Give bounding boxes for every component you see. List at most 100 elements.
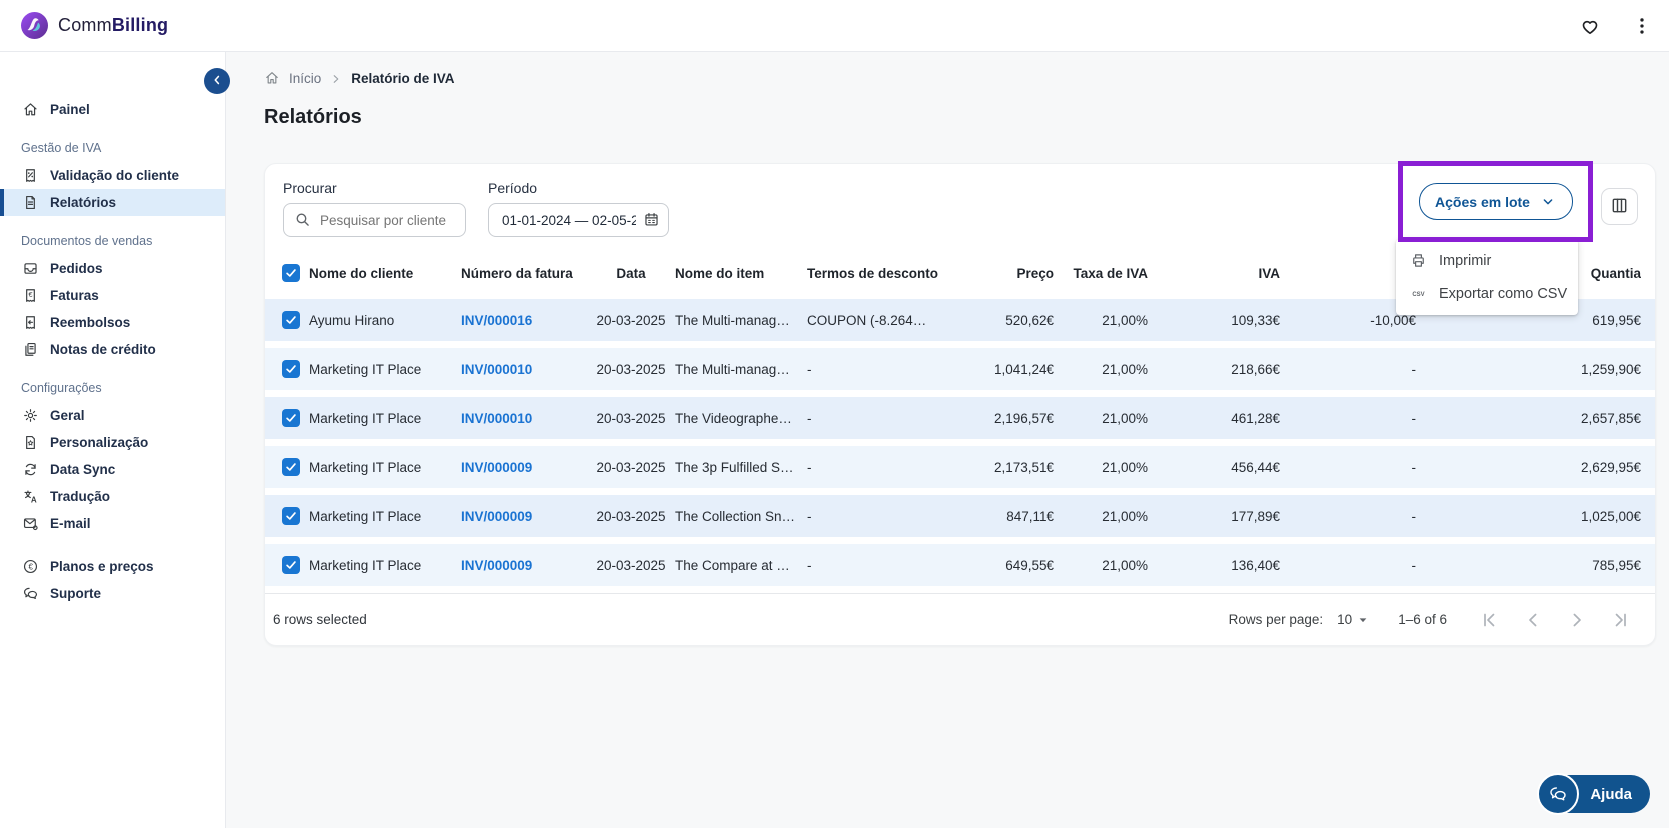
cell-date: 20-03-2025 — [587, 362, 675, 377]
page-range-text: 1–6 of 6 — [1398, 612, 1447, 627]
cell-client: Marketing IT Place — [309, 362, 461, 377]
gear-icon — [22, 407, 39, 424]
cell-vat: 456,44€ — [1148, 460, 1280, 475]
period-field: Período — [488, 180, 669, 237]
cell-price: 847,11€ — [959, 509, 1054, 524]
cell-discount-terms: - — [807, 411, 959, 426]
row-checkbox[interactable] — [282, 458, 300, 476]
row-checkbox[interactable] — [282, 556, 300, 574]
invoice-link[interactable]: INV/000016 — [461, 313, 587, 328]
header-client[interactable]: Nome do cliente — [309, 266, 461, 281]
invoice-link[interactable]: INV/000010 — [461, 362, 587, 377]
cell-vat-rate: 21,00% — [1054, 362, 1148, 377]
sidebar-item-relatorios[interactable]: Relatórios — [0, 189, 225, 216]
brand[interactable]: CommBilling — [20, 11, 168, 40]
sidebar-collapse-button[interactable] — [204, 68, 230, 94]
table-body: Ayumu HiranoINV/00001620-03-2025The Mult… — [265, 299, 1655, 586]
cell-date: 20-03-2025 — [587, 558, 675, 573]
svg-text:CSV: CSV — [1412, 292, 1424, 298]
cell-item: The Collection Sn… — [675, 509, 807, 524]
menu-item-label: Imprimir — [1439, 253, 1491, 269]
printer-icon — [1410, 252, 1427, 269]
period-label: Período — [488, 180, 669, 196]
cell-price: 1,041,24€ — [959, 362, 1054, 377]
cell-client: Marketing IT Place — [309, 411, 461, 426]
rows-per-page-value: 10 — [1337, 612, 1352, 627]
row-checkbox-cell — [273, 360, 309, 378]
column-settings-button[interactable] — [1601, 188, 1638, 225]
header-discount-terms[interactable]: Termos de desconto — [807, 266, 959, 281]
sidebar-item-pedidos[interactable]: Pedidos — [0, 255, 225, 282]
cell-client: Marketing IT Place — [309, 509, 461, 524]
mail-settings-icon — [22, 515, 39, 532]
header-item[interactable]: Nome do item — [675, 266, 807, 281]
sidebar-item-label: Geral — [50, 408, 85, 423]
menu-item-imprimir[interactable]: Imprimir — [1396, 244, 1578, 277]
menu-item-exportar-csv[interactable]: CSV Exportar como CSV — [1396, 277, 1578, 310]
invoice-link[interactable]: INV/000009 — [461, 558, 587, 573]
brand-prefix: Comm — [58, 15, 112, 35]
header-invoice[interactable]: Número da fatura — [461, 266, 587, 281]
cell-discount: - — [1280, 362, 1416, 377]
row-checkbox[interactable] — [282, 311, 300, 329]
sidebar-item-validacao-do-cliente[interactable]: Validação do cliente — [0, 162, 225, 189]
help-button[interactable]: Ajuda — [1540, 775, 1650, 813]
search-icon — [294, 211, 311, 228]
cell-item: The Multi-manag… — [675, 313, 807, 328]
sidebar-item-e-mail[interactable]: E-mail — [0, 510, 225, 537]
rows-per-page-select[interactable]: 10 — [1337, 612, 1370, 627]
cell-date: 20-03-2025 — [587, 411, 675, 426]
header-price[interactable]: Preço — [959, 266, 1054, 281]
sidebar-nav: PainelGestão de IVAValidação do clienteR… — [0, 52, 225, 607]
cell-vat-rate: 21,00% — [1054, 460, 1148, 475]
header-vat-rate[interactable]: Taxa de IVA — [1054, 266, 1148, 281]
overflow-kebab-icon[interactable] — [1631, 15, 1653, 37]
select-all-checkbox[interactable] — [282, 264, 300, 282]
sidebar-item-label: Personalização — [50, 435, 148, 450]
brand-logo-icon — [20, 11, 49, 40]
header-vat[interactable]: IVA — [1148, 266, 1280, 281]
sidebar-item-data-sync[interactable]: Data Sync — [0, 456, 225, 483]
previous-page-button[interactable] — [1523, 610, 1543, 630]
sidebar-item-label: Suporte — [50, 586, 101, 601]
cell-date: 20-03-2025 — [587, 460, 675, 475]
cell-discount-terms: - — [807, 558, 959, 573]
sidebar-item-painel[interactable]: Painel — [0, 96, 225, 123]
invoice-link[interactable]: INV/000009 — [461, 509, 587, 524]
last-page-button[interactable] — [1611, 610, 1631, 630]
sidebar-item-suporte[interactable]: Suporte — [0, 580, 225, 607]
favorites-heart-icon[interactable] — [1579, 15, 1601, 37]
bulk-actions-button[interactable]: Ações em lote — [1419, 183, 1573, 220]
breadcrumb-home-link[interactable]: Início — [289, 71, 321, 86]
sidebar-item-traducao[interactable]: ATradução — [0, 483, 225, 510]
breadcrumb-separator-icon — [330, 72, 342, 84]
row-checkbox[interactable] — [282, 360, 300, 378]
table-footer: 6 rows selected Rows per page: 10 1–6 of… — [265, 593, 1655, 645]
cell-price: 649,55€ — [959, 558, 1054, 573]
svg-text:€: € — [28, 290, 32, 299]
period-input[interactable] — [488, 203, 669, 237]
header-date[interactable]: Data — [587, 266, 675, 281]
page-title: Relatórios — [264, 106, 1669, 129]
invoice-link[interactable]: INV/000010 — [461, 411, 587, 426]
topbar: CommBilling — [0, 0, 1669, 52]
next-page-button[interactable] — [1567, 610, 1587, 630]
row-checkbox-cell — [273, 556, 309, 574]
columns-icon — [1610, 196, 1629, 218]
cell-vat: 109,33€ — [1148, 313, 1280, 328]
select-arrow-icon — [1356, 613, 1370, 627]
sidebar-item-reembolsos[interactable]: Reembolsos — [0, 309, 225, 336]
sidebar-item-personalizacao[interactable]: Personalização — [0, 429, 225, 456]
sidebar-item-notas-de-credito[interactable]: Notas de crédito — [0, 336, 225, 363]
cell-discount: - — [1280, 558, 1416, 573]
invoice-link[interactable]: INV/000009 — [461, 460, 587, 475]
row-checkbox[interactable] — [282, 409, 300, 427]
cell-vat: 218,66€ — [1148, 362, 1280, 377]
sidebar-item-faturas[interactable]: €Faturas — [0, 282, 225, 309]
sidebar-item-planos-e-precos[interactable]: €Planos e preços — [0, 553, 225, 580]
first-page-button[interactable] — [1479, 610, 1499, 630]
cell-amount: 1,259,90€ — [1416, 362, 1641, 377]
row-checkbox[interactable] — [282, 507, 300, 525]
sidebar-item-geral[interactable]: Geral — [0, 402, 225, 429]
euro-circle-icon: € — [22, 558, 39, 575]
